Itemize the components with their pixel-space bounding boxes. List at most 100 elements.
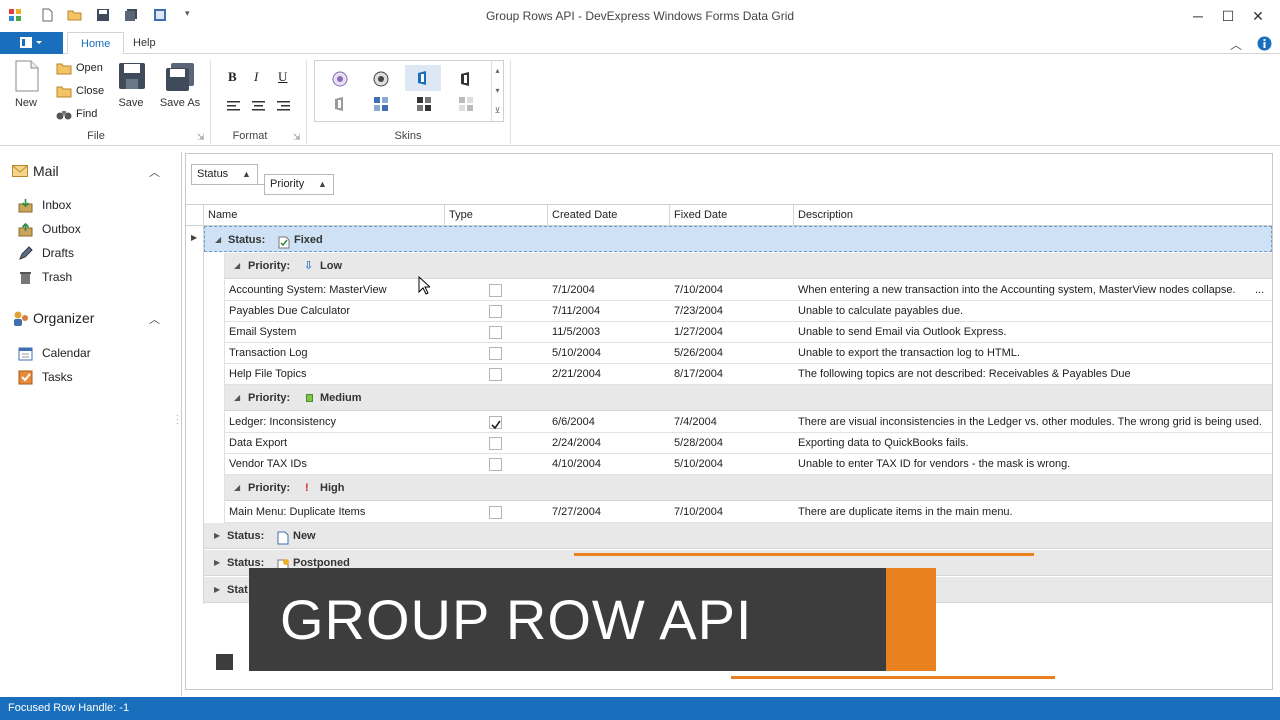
close-window-button[interactable]: ✕ [1243,4,1273,28]
skin-tiles-light-icon[interactable] [458,96,474,115]
gallery-up-icon[interactable]: ▴ [492,61,503,81]
expand-chevron-icon[interactable]: ◢ [234,253,240,279]
group-panel-status-button[interactable]: Status ▲ [191,164,258,185]
cell-created[interactable]: 5/10/2004 [548,343,670,364]
column-header-created-date[interactable]: Created Date [548,205,670,225]
maximize-button[interactable]: ☐ [1213,4,1243,28]
checkbox[interactable] [489,284,502,297]
cell-name[interactable]: Vendor TAX IDs [225,454,445,475]
cell-desc[interactable]: Exporting data to QuickBooks fails. [794,433,1272,454]
file-menu-button[interactable] [0,32,63,54]
skin-tiles-dark-icon[interactable] [416,96,432,115]
mail-group-header[interactable]: Mail ︿ [12,162,172,182]
expand-chevron-icon[interactable]: ◢ [215,227,221,253]
open-folder-icon[interactable] [67,8,82,22]
cell-name[interactable]: Ledger: Inconsistency [225,412,445,433]
group-row-status-fixed[interactable]: ◢ Status: Fixed [204,226,1272,252]
checkbox[interactable] [489,437,502,450]
cell-fixed[interactable]: 5/26/2004 [670,343,794,364]
nav-item-outbox[interactable]: Outbox [18,221,168,239]
save-as-button[interactable]: Save As [158,58,202,116]
tab-home[interactable]: Home [67,32,125,55]
group-row-priority-high[interactable]: ◢ Priority: ! High [225,475,1272,501]
table-row[interactable]: Main Menu: Duplicate Items 7/27/2004 7/10/… [225,502,1272,523]
group-row-priority-low[interactable]: ◢ Priority: ⇩ Low [225,253,1272,279]
table-row[interactable]: Help File Topics 2/21/2004 8/17/2004 The fo… [225,364,1272,385]
collapsed-chevron-icon[interactable]: ▶ [214,577,220,603]
collapse-chevron-icon[interactable]: ︿ [149,311,160,327]
layout-icon[interactable] [153,8,167,22]
cell-desc[interactable]: Unable to enter TAX ID for vendors - the… [794,454,1272,475]
column-header-fixed-date[interactable]: Fixed Date [670,205,794,225]
collapsed-chevron-icon[interactable]: ▶ [214,523,220,549]
cell-desc[interactable]: There are duplicate items in the main me… [794,502,1272,523]
skin-3-selected[interactable] [405,65,441,91]
save-button[interactable]: Save [116,58,146,116]
table-row[interactable]: Ledger: Inconsistency 6/6/2004 7/4/2004 The… [225,412,1272,433]
align-center-icon[interactable] [252,100,266,114]
cell-desc[interactable]: There are visual inconsistencies in the … [794,412,1272,433]
checkbox[interactable] [489,305,502,318]
customize-qat-icon[interactable]: ▾ [185,8,190,19]
nav-item-calendar[interactable]: Calendar [18,345,168,363]
bold-button[interactable]: B [228,69,237,85]
collapse-chevron-icon[interactable]: ︿ [149,164,160,180]
checkbox[interactable] [489,347,502,360]
cell-fixed[interactable]: 1/27/2004 [670,322,794,343]
gallery-expand-icon[interactable]: ⊻ [492,101,503,121]
cell-name[interactable]: Transaction Log [225,343,445,364]
find-button[interactable]: Find [55,106,115,124]
cell-fixed[interactable]: 5/28/2004 [670,433,794,454]
cell-created[interactable]: 6/6/2004 [548,412,670,433]
collapsed-chevron-icon[interactable]: ▶ [214,550,220,576]
table-row[interactable]: Data Export 2/24/2004 5/28/2004 Exporting d… [225,433,1272,454]
format-group-launcher-icon[interactable]: ⇲ [293,132,301,143]
column-header-type[interactable]: Type [445,205,548,225]
skins-gallery[interactable]: ▴ ▾ ⊻ [314,60,504,122]
cell-fixed[interactable]: 7/10/2004 [670,280,794,301]
checkbox-checked[interactable] [489,416,502,430]
cell-desc[interactable]: When entering a new transaction into the… [794,280,1272,301]
cell-name[interactable]: Email System [225,322,445,343]
skin-1-icon[interactable] [332,71,348,90]
checkbox[interactable] [489,506,502,519]
expand-chevron-icon[interactable]: ◢ [234,385,240,411]
cell-fixed[interactable]: 7/23/2004 [670,301,794,322]
nav-item-inbox[interactable]: Inbox [18,197,168,215]
office-gray-icon[interactable] [332,96,348,115]
checkbox[interactable] [489,368,502,381]
table-row[interactable]: Payables Due Calculator 7/11/2004 7/23/200… [225,301,1272,322]
column-header-name[interactable]: Name [204,205,445,225]
cell-desc[interactable]: Unable to calculate payables due. [794,301,1272,322]
cell-created[interactable]: 7/27/2004 [548,502,670,523]
info-icon[interactable] [1257,36,1272,54]
table-row[interactable]: Accounting System: MasterView 7/1/2004 7/1… [225,280,1272,301]
gallery-down-icon[interactable]: ▾ [492,81,503,101]
cell-created[interactable]: 2/21/2004 [548,364,670,385]
align-left-icon[interactable] [227,100,241,114]
file-group-launcher-icon[interactable]: ⇲ [197,132,205,143]
close-button[interactable]: Close [55,83,115,101]
minimize-button[interactable]: ─ [1183,4,1213,28]
new-file-icon[interactable] [40,8,54,22]
office-dark-icon[interactable] [458,71,474,90]
nav-item-drafts[interactable]: Drafts [18,245,168,263]
group-panel-priority-button[interactable]: Priority ▲ [264,174,334,195]
cell-name[interactable]: Payables Due Calculator [225,301,445,322]
column-header-description[interactable]: Description [794,205,1272,225]
group-row-priority-medium[interactable]: ◢ Priority: Medium [225,385,1272,411]
align-right-icon[interactable] [277,100,291,114]
cell-fixed[interactable]: 7/4/2004 [670,412,794,433]
open-button[interactable]: Open [55,60,115,78]
splitter-grip-icon[interactable]: · · · [176,412,179,428]
cell-created[interactable]: 11/5/2003 [548,322,670,343]
cell-created[interactable]: 4/10/2004 [548,454,670,475]
save-all-icon[interactable] [124,8,138,22]
table-row[interactable]: Transaction Log 5/10/2004 5/26/2004 Unable … [225,343,1272,364]
underline-button[interactable]: U [278,69,287,85]
table-row[interactable]: Email System 11/5/2003 1/27/2004 Unable to … [225,322,1272,343]
cell-name[interactable]: Accounting System: MasterView [225,280,445,301]
cell-name[interactable]: Help File Topics [225,364,445,385]
cell-fixed[interactable]: 5/10/2004 [670,454,794,475]
italic-button[interactable]: I [254,69,258,85]
